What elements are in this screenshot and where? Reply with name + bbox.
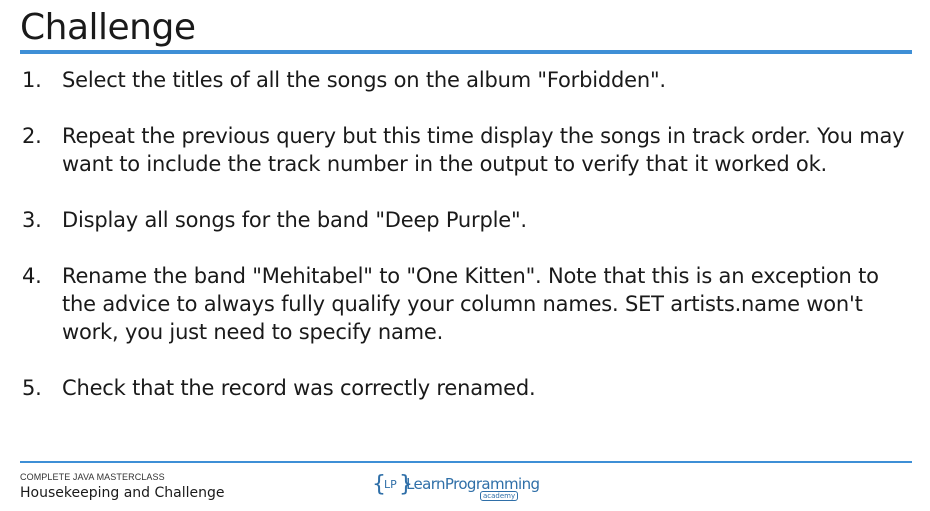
item-number: 5.: [22, 376, 42, 400]
item-number: 3.: [22, 208, 42, 232]
learnprogramming-logo: { LP } LearnProgramming academy: [372, 470, 540, 504]
slide-title: Challenge: [20, 7, 196, 48]
item-number: 1.: [22, 68, 42, 92]
challenge-item-4: 4. Rename the band "Mehitabel" to "One K…: [22, 262, 912, 346]
item-text: Rename the band "Mehitabel" to "One Kitt…: [62, 264, 879, 344]
challenge-item-2: 2. Repeat the previous query but this ti…: [22, 122, 912, 178]
title-divider: [20, 50, 912, 54]
challenge-list: 1. Select the titles of all the songs on…: [22, 66, 912, 402]
item-text: Display all songs for the band "Deep Pur…: [62, 208, 527, 232]
logo-wordmark: LearnProgramming: [406, 475, 540, 493]
item-number: 2.: [22, 124, 42, 148]
logo-tagline: academy: [480, 491, 519, 501]
item-text: Select the titles of all the songs on th…: [62, 68, 666, 92]
footer-section-name: Housekeeping and Challenge: [20, 485, 225, 501]
item-text: Repeat the previous query but this time …: [62, 124, 905, 176]
challenge-item-3: 3. Display all songs for the band "Deep …: [22, 206, 912, 234]
challenge-item-1: 1. Select the titles of all the songs on…: [22, 66, 912, 94]
logo-monogram: LP: [384, 478, 397, 491]
item-number: 4.: [22, 264, 42, 288]
item-text: Check that the record was correctly rena…: [62, 376, 536, 400]
footer-divider: [20, 461, 912, 463]
challenge-item-5: 5. Check that the record was correctly r…: [22, 374, 912, 402]
footer-course-name: COMPLETE JAVA MASTERCLASS: [20, 472, 165, 482]
